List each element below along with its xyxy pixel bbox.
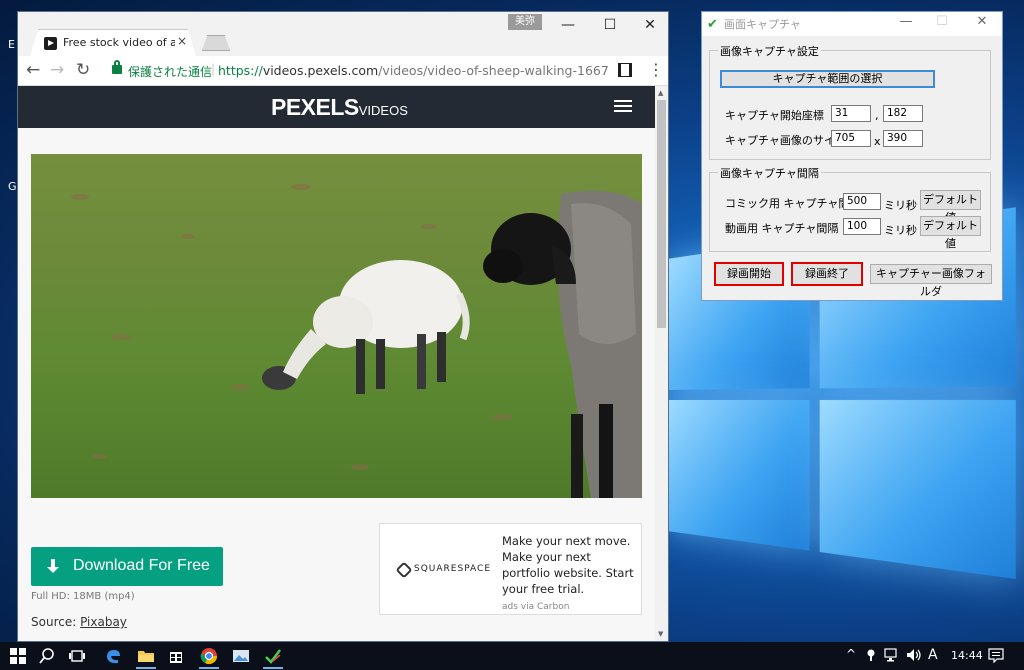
- reload-icon[interactable]: ↻: [76, 60, 90, 80]
- scroll-down-icon[interactable]: ▼: [658, 630, 663, 638]
- new-tab-button[interactable]: [202, 35, 230, 51]
- active-indicator: [136, 667, 156, 669]
- capture-title-bar: ✔ 画面キャプチャ — ☐ ✕: [702, 12, 1002, 36]
- coord-separator: ,: [875, 109, 879, 122]
- vertical-scrollbar[interactable]: ▲ ▼: [655, 86, 668, 641]
- desktop-label-fragment: E: [8, 38, 15, 51]
- toolbar: ← → ↻ 保護された通信 | https://videos.pexels.co…: [18, 56, 668, 86]
- forward-icon[interactable]: →: [50, 60, 64, 80]
- page-viewport: PEXELSVIDEOS SQUARESPACE Make your next …: [18, 86, 655, 641]
- menu-kebab-icon[interactable]: ⋮: [648, 60, 664, 79]
- windows-start-icon[interactable]: [9, 647, 27, 665]
- video-interval-input[interactable]: 100: [843, 218, 881, 235]
- task-view-icon[interactable]: [68, 647, 86, 665]
- source-link[interactable]: Pixabay: [80, 615, 127, 629]
- capture-settings-group: 画像キャプチャ設定 キャプチャ範囲の選択 キャプチャ開始座標 31 , 182 …: [709, 43, 991, 160]
- photos-icon[interactable]: [232, 647, 250, 665]
- tab-title: Free stock video of anim: [63, 36, 175, 49]
- video-favicon-icon: [44, 37, 57, 50]
- separator: |: [211, 62, 216, 76]
- address-bar[interactable]: 保護された通信 | https://videos.pexels.com/vide…: [108, 59, 609, 83]
- start-x-input[interactable]: 31: [831, 105, 871, 122]
- capture-app-taskbar-icon[interactable]: [264, 647, 282, 665]
- group-title: 画像キャプチャ設定: [718, 43, 821, 59]
- capture-window-title: 画面キャプチャ: [724, 18, 801, 31]
- ad-brand: SQUARESPACE: [414, 564, 492, 574]
- comic-interval-input[interactable]: 500: [843, 193, 881, 210]
- download-arrow-icon: [47, 559, 59, 573]
- extension-film-icon[interactable]: [618, 63, 632, 77]
- tray-location-icon[interactable]: [864, 648, 878, 662]
- capture-close-button[interactable]: ✕: [968, 14, 996, 29]
- start-coord-label: キャプチャ開始座標: [725, 109, 824, 122]
- capture-minimize-button[interactable]: —: [892, 14, 920, 29]
- source-line: Source: Pixabay: [31, 615, 127, 629]
- active-indicator: [263, 667, 283, 669]
- download-button[interactable]: Download For Free: [31, 547, 223, 586]
- size-separator: x: [874, 135, 881, 148]
- record-start-button[interactable]: 録画開始: [714, 262, 784, 286]
- ad-attribution[interactable]: ads via Carbon: [502, 602, 569, 612]
- volume-icon[interactable]: [906, 648, 922, 662]
- width-input[interactable]: 705: [831, 130, 871, 147]
- capture-app-window: ✔ 画面キャプチャ — ☐ ✕ 画像キャプチャ設定 キャプチャ範囲の選択 キャプ…: [701, 11, 1003, 301]
- capture-folder-button[interactable]: キャプチャー画像フォルダ: [870, 264, 992, 298]
- video-interval-label: 動画用 キャプチャ間隔: [725, 222, 839, 235]
- back-icon[interactable]: ←: [26, 60, 40, 80]
- pexels-header: PEXELSVIDEOS: [18, 86, 655, 128]
- download-label: Download For Free: [73, 557, 210, 574]
- start-y-input[interactable]: 182: [883, 105, 923, 122]
- clock[interactable]: 14:44: [951, 649, 983, 662]
- check-app-icon: ✔: [707, 17, 718, 32]
- height-input[interactable]: 390: [883, 130, 923, 147]
- video-default-button[interactable]: デフォルト値: [920, 216, 981, 250]
- hamburger-menu-icon[interactable]: [614, 100, 632, 112]
- carbon-ad[interactable]: SQUARESPACE Make your next move. Make yo…: [379, 523, 642, 615]
- ime-indicator[interactable]: A: [928, 647, 938, 663]
- record-stop-button[interactable]: 録画終了: [791, 262, 863, 286]
- taskbar: ^ A 14:44: [0, 642, 1024, 670]
- file-explorer-icon[interactable]: [137, 647, 155, 665]
- capture-maximize-button: ☐: [936, 14, 948, 29]
- ms-unit: ミリ秒: [884, 199, 917, 212]
- file-info: Full HD: 18MB (mp4): [31, 591, 135, 602]
- comic-default-button[interactable]: デフォルト値: [920, 190, 981, 224]
- store-icon[interactable]: [167, 647, 185, 665]
- select-range-button[interactable]: キャプチャ範囲の選択: [720, 70, 935, 88]
- edge-icon[interactable]: [104, 647, 122, 665]
- tray-chevron-icon[interactable]: ^: [846, 647, 856, 661]
- close-button[interactable]: ✕: [630, 14, 668, 36]
- comic-interval-label: コミック用 キャプチャ間隔: [725, 197, 861, 210]
- profile-badge[interactable]: 美弥: [508, 14, 542, 30]
- secure-label: 保護された通信: [128, 65, 213, 79]
- pexels-logo[interactable]: PEXELSVIDEOS: [271, 94, 408, 121]
- lock-icon: [112, 60, 122, 74]
- capture-interval-group: 画像キャプチャ間隔 コミック用 キャプチャ間隔 500 ミリ秒 デフォルト値 動…: [709, 165, 991, 252]
- tab-close-icon[interactable]: ×: [177, 34, 187, 48]
- active-indicator: [199, 667, 219, 669]
- size-label: キャプチャ画像のサイズ: [725, 134, 846, 147]
- network-icon[interactable]: [884, 648, 900, 662]
- tab-strip: Free stock video of anim × 美弥 — ☐ ✕: [18, 12, 668, 56]
- squarespace-logo-icon: [395, 561, 413, 579]
- maximize-button[interactable]: ☐: [590, 14, 630, 36]
- scroll-up-icon[interactable]: ▲: [658, 89, 663, 97]
- url-text: https://videos.pexels.com/videos/video-o…: [218, 63, 609, 78]
- scrollbar-thumb[interactable]: [657, 100, 666, 328]
- desktop-label-fragment: G: [8, 180, 17, 193]
- browser-window: Free stock video of anim × 美弥 — ☐ ✕ ← → …: [17, 11, 669, 642]
- ms-unit: ミリ秒: [884, 224, 917, 237]
- sheep-scene: [262, 190, 642, 498]
- search-icon[interactable]: [38, 647, 56, 665]
- ad-text[interactable]: Make your next move. Make your next port…: [502, 533, 636, 597]
- browser-tab[interactable]: Free stock video of anim ×: [30, 29, 196, 56]
- chrome-icon[interactable]: [200, 647, 218, 665]
- video-player[interactable]: [31, 154, 642, 498]
- minimize-button[interactable]: —: [548, 14, 588, 36]
- group-title: 画像キャプチャ間隔: [718, 165, 821, 181]
- action-center-icon[interactable]: [988, 648, 1004, 663]
